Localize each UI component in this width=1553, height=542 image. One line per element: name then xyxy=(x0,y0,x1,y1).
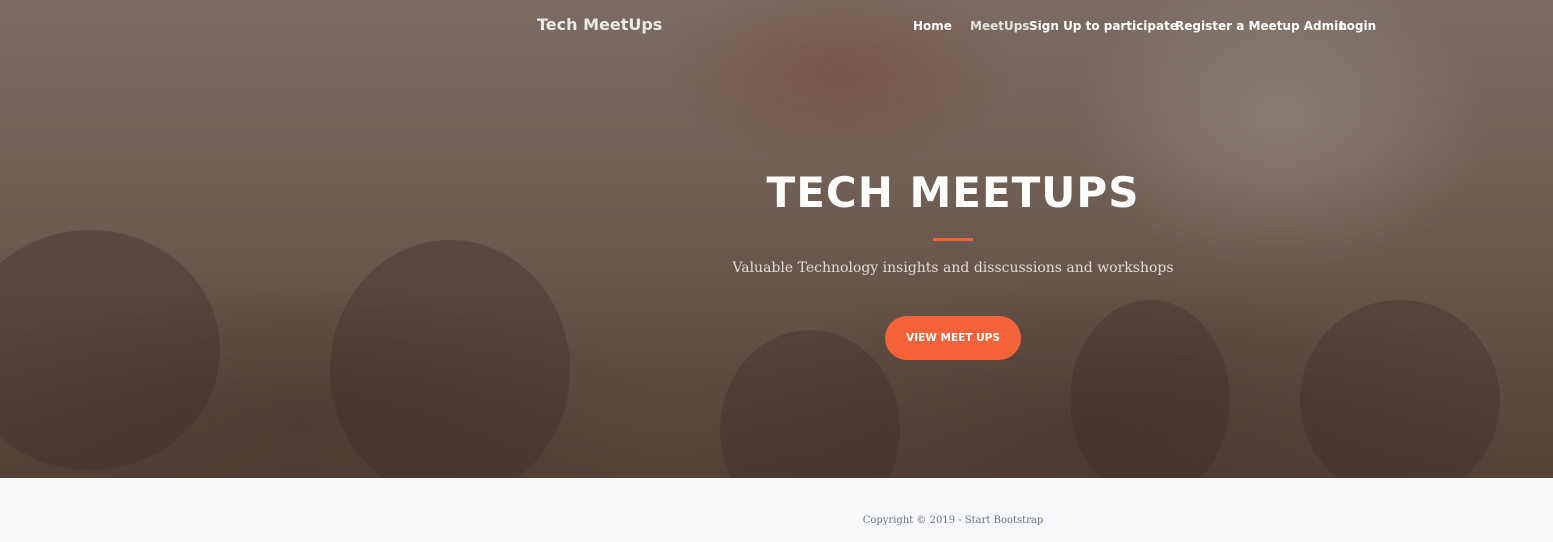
hero-divider xyxy=(933,238,973,241)
footer: Copyright © 2019 - Start Bootstrap xyxy=(0,478,1553,542)
hero-title: TECH MEETUPS xyxy=(766,168,1140,217)
masthead-overlay xyxy=(0,0,1553,478)
navbar: Tech MeetUps Home MeetUps Sign Up to par… xyxy=(0,0,1553,52)
hero-subtitle: Valuable Technology insights and disscus… xyxy=(732,260,1174,276)
nav-register-admin[interactable]: Register a Meetup Admin xyxy=(1175,19,1347,33)
view-meetups-button[interactable]: VIEW MEET UPS xyxy=(885,316,1021,360)
brand-link[interactable]: Tech MeetUps xyxy=(537,15,662,34)
copyright-text: Copyright © 2019 - Start Bootstrap xyxy=(862,515,1044,526)
nav-sign-up[interactable]: Sign Up to participate xyxy=(1029,19,1178,33)
nav-home[interactable]: Home xyxy=(913,19,952,33)
masthead: Tech MeetUps Home MeetUps Sign Up to par… xyxy=(0,0,1553,478)
nav-login[interactable]: Login xyxy=(1339,19,1376,33)
nav-meetups[interactable]: MeetUps xyxy=(970,19,1029,33)
